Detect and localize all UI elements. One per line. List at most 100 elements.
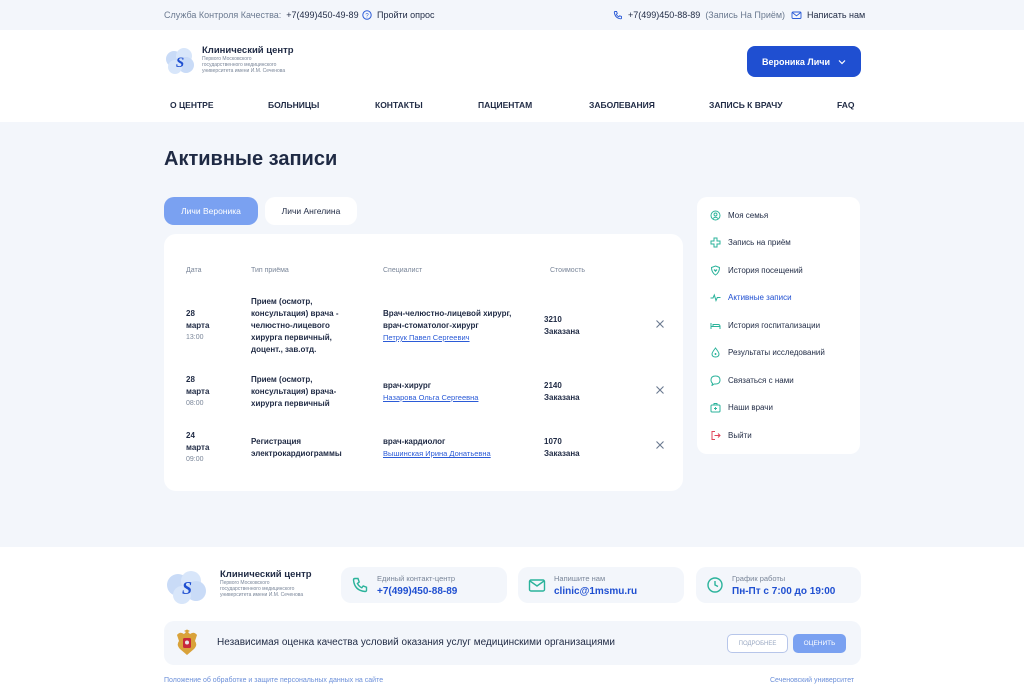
sidebar-item-appointment[interactable]: Запись на приём [710, 237, 791, 248]
row-price: 2140 Заказана [544, 380, 580, 404]
clock-icon [707, 577, 723, 593]
row-date: 28 марта 13:00 [186, 308, 209, 344]
mail-icon [791, 10, 802, 20]
header: S Клинический центр Первого Московского … [0, 30, 1024, 122]
sidebar-item-label: Связаться с нами [728, 376, 794, 385]
heart-shield-icon [710, 265, 721, 276]
quality-phone[interactable]: +7(499)450-49-89 [286, 10, 358, 20]
sidebar-item-our-doctors[interactable]: Наши врачи [710, 402, 773, 413]
row-type-text: Прием (осмотр, консультация) врача-хирур… [251, 375, 337, 408]
sidebar-item-label: Активные записи [728, 293, 792, 302]
row-month: марта [186, 443, 210, 452]
sidebar-item-logout[interactable]: Выйти [710, 430, 752, 441]
row-type: Прием (осмотр, консультация) врача-хирур… [251, 374, 356, 410]
contact-center-label: Единый контакт-центр [377, 573, 456, 583]
row-date: 28 марта 08:00 [186, 374, 209, 410]
col-price-header: Стоимость [550, 267, 586, 274]
quality-rating-banner: Независимая оценка качества условий оказ… [164, 621, 861, 665]
row-specialty: Врач-челюстно-лицевой хирург, врач-стома… [383, 309, 512, 330]
user-menu-button[interactable]: Вероника Личи [747, 46, 861, 77]
svg-text:S: S [182, 578, 192, 598]
survey-link[interactable]: ? Пройти опрос [362, 10, 435, 20]
sidebar-item-family[interactable]: Моя семья [710, 210, 768, 221]
row-price: 3210 Заказана [544, 314, 580, 338]
cancel-appointment-icon[interactable] [655, 319, 665, 329]
question-circle-icon: ? [362, 10, 372, 20]
phone-icon [352, 577, 368, 593]
logout-icon [711, 431, 721, 440]
col-date-header: Дата [186, 267, 202, 274]
row-specialty: врач-кардиолог [383, 437, 446, 446]
work-hours-value: Пн-Пт с 7:00 до 19:00 [732, 585, 836, 597]
row-specialist: врач-кардиолог Вышинская Ирина Донатьевн… [383, 436, 533, 460]
medkit-icon [710, 403, 721, 413]
chevron-down-icon [838, 59, 846, 65]
svg-text:S: S [176, 55, 184, 71]
mail-icon [528, 579, 546, 592]
footer-logo-subtitle: Первого Московского государственного мед… [220, 580, 304, 598]
sidebar-item-label: Наши врачи [728, 403, 773, 412]
tab-patient-veronika[interactable]: Личи Вероника [164, 197, 258, 225]
nav-faq[interactable]: FAQ [837, 100, 854, 110]
cancel-appointment-icon[interactable] [655, 440, 665, 450]
tab-patient-angelina[interactable]: Личи Ангелина [265, 197, 357, 225]
phone-line[interactable]: +7(499)450-88-89 (Запись На Приём) [613, 10, 785, 20]
doctor-link[interactable]: Назарова Ольга Сергеевна [383, 393, 478, 402]
account-sidebar: Моя семья Запись на приём История посеще… [697, 197, 860, 454]
write-us-box[interactable]: Напишите нам clinic@1msmu.ru [518, 567, 684, 603]
nav-contacts[interactable]: КОНТАКТЫ [375, 100, 423, 110]
row-type-text: Прием (осмотр, консультация) врача - чел… [251, 297, 339, 354]
logo[interactable]: S Клинический центр Первого Московского … [164, 45, 294, 77]
nav-hospitals[interactable]: БОЛЬНИЦЫ [268, 100, 319, 110]
sidebar-item-label: Запись на приём [728, 238, 791, 247]
family-icon [710, 210, 721, 221]
rate-button[interactable]: ОЦЕНИТЬ [793, 634, 846, 653]
row-time: 13:00 [186, 334, 204, 341]
sidebar-item-hospitalization[interactable]: История госпитализации [710, 320, 820, 331]
drop-icon [711, 347, 720, 358]
row-type: Регистрация электрокардиограммы [251, 436, 361, 460]
contact-center-phone: +7(499)450-88-89 [377, 585, 458, 597]
top-bar: Служба Контроля Качества: +7(499)450-49-… [0, 0, 1024, 30]
nav-patients[interactable]: ПАЦИЕНТАМ [478, 100, 532, 110]
write-us-email: clinic@1msmu.ru [554, 585, 638, 597]
survey-label: Пройти опрос [377, 10, 435, 20]
sidebar-item-contact-us[interactable]: Связаться с нами [710, 375, 794, 386]
phone-icon [613, 10, 623, 20]
footer-logo-title: Клинический центр [220, 569, 312, 580]
sidebar-item-research-results[interactable]: Результаты исследований [710, 347, 825, 358]
page-title: Активные записи [164, 148, 338, 170]
contact-center-box[interactable]: Единый контакт-центр +7(499)450-88-89 [341, 567, 507, 603]
footer-logo[interactable]: S Клинический центр Первого Московского … [164, 569, 312, 605]
doctor-link[interactable]: Вышинская Ирина Донатьевна [383, 449, 491, 458]
footer: S Клинический центр Первого Московского … [0, 547, 1024, 695]
bed-icon [710, 323, 721, 329]
cancel-appointment-icon[interactable] [655, 385, 665, 395]
sidebar-item-label: Результаты исследований [728, 348, 825, 357]
row-specialist: Врач-челюстно-лицевой хирург, врач-стома… [383, 308, 533, 344]
write-us-link[interactable]: Написать нам [791, 10, 865, 20]
nav-appointment[interactable]: ЗАПИСЬ К ВРАЧУ [709, 100, 783, 110]
privacy-policy-link[interactable]: Положение об обработке и защите персонал… [164, 677, 383, 684]
nav-about[interactable]: О ЦЕНТРЕ [170, 100, 214, 110]
row-type-text: Регистрация электрокардиограммы [251, 437, 342, 458]
more-button[interactable]: ПОДРОБНЕЕ [727, 634, 788, 653]
row-day: 28 [186, 375, 195, 384]
sidebar-item-label: Моя семья [728, 211, 769, 220]
sidebar-item-label: История госпитализации [728, 321, 821, 330]
appointments-table: Дата Тип приёма Специалист Стоимость 28 … [164, 234, 683, 491]
nav-diseases[interactable]: ЗАБОЛЕВАНИЯ [589, 100, 655, 110]
main-nav: О ЦЕНТРЕ БОЛЬНИЦЫ КОНТАКТЫ ПАЦИЕНТАМ ЗАБ… [0, 100, 1024, 114]
row-specialist: врач-хирург Назарова Ольга Сергеевна [383, 380, 533, 404]
sidebar-item-visit-history[interactable]: История посещений [710, 265, 803, 276]
sidebar-item-label: Выйти [728, 431, 752, 440]
pulse-icon [710, 293, 721, 302]
university-link[interactable]: Сеченовский университет [770, 677, 854, 684]
sidebar-item-active-records[interactable]: Активные записи [710, 292, 792, 303]
doctor-link[interactable]: Петрук Павел Сергеевич [383, 333, 470, 342]
row-price-value: 2140 [544, 381, 562, 390]
logo-subtitle: Первого Московского государственного мед… [202, 56, 286, 74]
row-price: 1070 Заказана [544, 436, 580, 460]
row-status: Заказана [544, 327, 580, 336]
chat-icon [710, 375, 721, 386]
